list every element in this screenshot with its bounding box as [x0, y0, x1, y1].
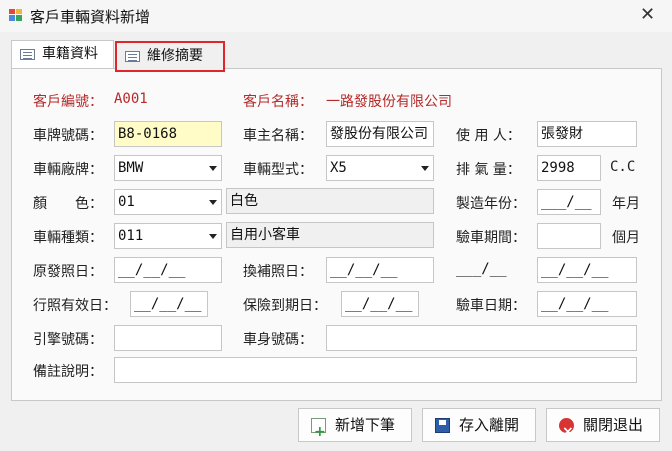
- engine-no-input[interactable]: [114, 325, 222, 351]
- save-leave-label: 存入離開: [459, 416, 520, 434]
- category-code: 011: [118, 228, 144, 244]
- user-label: 使 用 人：: [456, 128, 521, 144]
- app-form-icon: [9, 9, 22, 21]
- close-icon[interactable]: ✕: [640, 4, 655, 25]
- inspection-date-label: 驗車日期：: [456, 298, 526, 314]
- displacement-label: 排 氣 量：: [456, 162, 521, 178]
- close-exit-label: 關閉退出: [583, 416, 644, 434]
- save-leave-button[interactable]: 存入離開: [422, 408, 536, 442]
- tab-label: 維修摘要: [147, 48, 203, 64]
- model-label: 車輛型式：: [243, 162, 313, 178]
- inspection-period-input[interactable]: [537, 223, 601, 249]
- license-expiry-label: 行照有效日：: [33, 298, 117, 314]
- window-title: 客戶車輛資料新增: [30, 8, 151, 26]
- brand-value: BMW: [118, 160, 144, 176]
- customer-name-value: 一路發股份有限公司: [326, 94, 452, 110]
- insurance-expiry-label: 保險到期日：: [243, 298, 327, 314]
- brand-label: 車輛廠牌：: [33, 162, 103, 178]
- color-label: 顏 色：: [33, 196, 103, 212]
- remarks-label: 備註說明：: [33, 364, 103, 380]
- owner-label: 車主名稱：: [243, 128, 313, 144]
- displacement-unit: C.C: [610, 159, 636, 175]
- model-value: X5: [330, 160, 347, 176]
- category-select[interactable]: 011: [114, 223, 222, 249]
- original-license-label: 原發照日：: [33, 264, 103, 280]
- brand-select[interactable]: BMW: [114, 155, 222, 181]
- license-expiry-input[interactable]: __/__/__: [130, 291, 208, 317]
- color-code: 01: [118, 194, 135, 210]
- body-no-input[interactable]: [326, 325, 637, 351]
- displacement-input[interactable]: 2998: [537, 155, 601, 181]
- dialog-window: 客戶車輛資料新增 ✕ 車籍資料 維修摘要 客戶編號： A001 客戶名稱： 一路…: [0, 0, 672, 451]
- mfg-year-input[interactable]: ___/__: [537, 189, 601, 215]
- insurance-expiry-input[interactable]: __/__/__: [341, 291, 419, 317]
- original-license-input[interactable]: __/__/__: [114, 257, 222, 283]
- reissue-license-label: 換補照日：: [243, 264, 313, 280]
- user-input[interactable]: 張發財: [537, 121, 637, 147]
- reissue-license-input[interactable]: __/__/__: [326, 257, 434, 283]
- add-document-icon: [311, 416, 326, 448]
- color-select[interactable]: 01: [114, 189, 222, 215]
- form-icon: [125, 51, 140, 62]
- add-next-label: 新增下筆: [335, 416, 396, 434]
- tab-repair-summary[interactable]: 維修摘要: [115, 41, 225, 72]
- extra-month-input[interactable]: ___/__: [453, 257, 517, 283]
- customer-id-value: A001: [114, 91, 148, 107]
- inspection-date-input[interactable]: __/__/__: [537, 291, 637, 317]
- engine-no-label: 引擎號碼：: [33, 332, 103, 348]
- customer-name-label: 客戶名稱：: [243, 94, 313, 110]
- extra-date-input[interactable]: __/__/__: [537, 257, 637, 283]
- mfg-year-label: 製造年份：: [456, 196, 526, 212]
- inspection-period-unit: 個月: [612, 230, 640, 246]
- close-circle-icon: [559, 416, 574, 448]
- chevron-down-icon[interactable]: [209, 234, 217, 239]
- mfg-year-unit: 年月: [612, 196, 640, 212]
- form-icon: [20, 49, 35, 60]
- customer-id-label: 客戶編號：: [33, 94, 103, 110]
- chevron-down-icon[interactable]: [209, 200, 217, 205]
- plate-label: 車牌號碼：: [33, 128, 103, 144]
- tab-label: 車籍資料: [42, 46, 98, 62]
- remarks-input[interactable]: [114, 357, 637, 383]
- chevron-down-icon[interactable]: [421, 166, 429, 171]
- inspection-period-label: 驗車期間：: [456, 230, 526, 246]
- body-no-label: 車身號碼：: [243, 332, 313, 348]
- tab-vehicle-registration[interactable]: 車籍資料: [11, 40, 114, 68]
- title-bar: 客戶車輛資料新增 ✕: [0, 0, 672, 32]
- category-name-display: 自用小客車: [226, 222, 434, 248]
- plate-input[interactable]: B8-0168: [114, 121, 222, 147]
- close-exit-button[interactable]: 關閉退出: [546, 408, 660, 448]
- save-disk-icon: [435, 418, 450, 433]
- color-name-display: 白色: [226, 188, 434, 214]
- model-select[interactable]: X5: [326, 155, 434, 181]
- add-next-button[interactable]: 新增下筆: [298, 408, 412, 448]
- category-label: 車輛種類：: [33, 230, 103, 246]
- owner-input[interactable]: 發股份有限公司: [326, 121, 434, 147]
- chevron-down-icon[interactable]: [209, 166, 217, 171]
